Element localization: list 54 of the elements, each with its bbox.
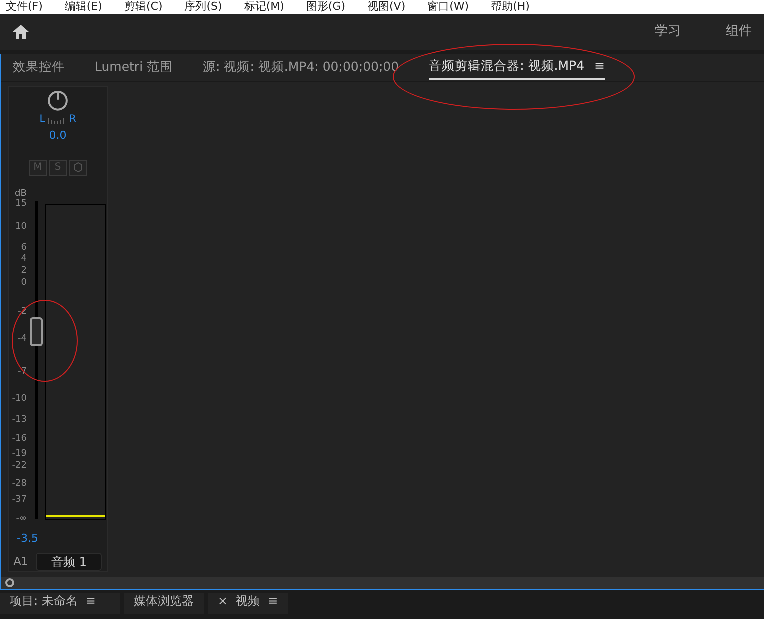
track-id: A1 — [14, 554, 28, 570]
menu-item[interactable]: 编辑(E) — [64, 0, 102, 14]
pan-left-label: L — [40, 114, 46, 125]
scale-label: -16 — [12, 434, 27, 444]
menu-item[interactable]: 帮助(H) — [491, 0, 530, 14]
db-unit-label: dB — [15, 190, 27, 200]
menu-button[interactable]: ≡ — [268, 594, 278, 613]
panel-tab[interactable]: Lumetri 范围 — [95, 56, 174, 79]
menu-button[interactable]: ≡ — [86, 594, 96, 613]
scale-label: 6 — [21, 243, 27, 254]
panel-tab[interactable]: 音频剪辑混合器: 视频.MP4 ≡ — [429, 55, 606, 80]
workspace-tab[interactable]: 学习 — [655, 22, 681, 42]
menu-item[interactable]: 窗口(W) — [428, 0, 470, 14]
pan-meter-icon — [48, 116, 66, 124]
scale-label: 0 — [21, 278, 27, 288]
scale-label: -22 — [12, 461, 27, 472]
scale-label: -10 — [12, 394, 27, 404]
menu-item[interactable]: 文件(F) — [6, 0, 43, 14]
menu-item[interactable]: 序列(S) — [184, 0, 222, 14]
scale-label: 15 — [16, 199, 27, 210]
scale-label: 2 — [21, 266, 27, 276]
pan-value[interactable]: 0.0 — [49, 128, 67, 144]
scale-label: -∞ — [16, 514, 27, 524]
tab-label: 项目: 未命名 — [10, 594, 78, 610]
record-icon — [74, 162, 82, 174]
fader-handle[interactable] — [30, 317, 43, 346]
home-icon[interactable] — [12, 24, 30, 40]
tab-label: 视频 — [236, 594, 260, 610]
horizontal-scrollbar[interactable] — [1, 577, 764, 589]
peak-line — [46, 515, 105, 518]
pan-right-label: R — [69, 114, 76, 125]
menu-item[interactable]: 剪辑(C) — [124, 0, 163, 14]
panel-tab[interactable]: × 视频 ≡ — [208, 593, 288, 614]
scale-label: 10 — [16, 222, 27, 232]
pan-knob[interactable] — [47, 90, 69, 112]
close-button[interactable]: × — [218, 594, 228, 613]
panel-tab[interactable]: 媒体浏览器 — [124, 593, 204, 614]
scale-label: 4 — [21, 254, 27, 264]
track-name-field[interactable]: 音频 1 — [36, 553, 102, 571]
scale-label: -4 — [18, 334, 27, 344]
panel-tab[interactable]: 效果控件 — [13, 56, 65, 79]
menu-item[interactable]: 标记(M) — [244, 0, 284, 14]
menu-item[interactable]: 视图(V) — [368, 0, 406, 14]
workspace-tab[interactable]: 组件 — [726, 22, 752, 42]
tab-label: 媒体浏览器 — [134, 594, 194, 610]
scroll-handle-icon[interactable] — [5, 578, 15, 588]
scale-label: -13 — [12, 415, 27, 426]
scale-label: -28 — [12, 479, 27, 490]
scale-label: -37 — [12, 495, 27, 506]
panel-tab[interactable]: 项目: 未命名 ≡ — [0, 593, 120, 614]
scale-label: -19 — [12, 449, 27, 460]
volume-value[interactable]: -3.5 — [17, 530, 38, 547]
menu-item[interactable]: 图形(G) — [306, 0, 346, 14]
panel-tab[interactable]: 源: 视频: 视频.MP4: 00;00;00;00 — [203, 56, 400, 79]
